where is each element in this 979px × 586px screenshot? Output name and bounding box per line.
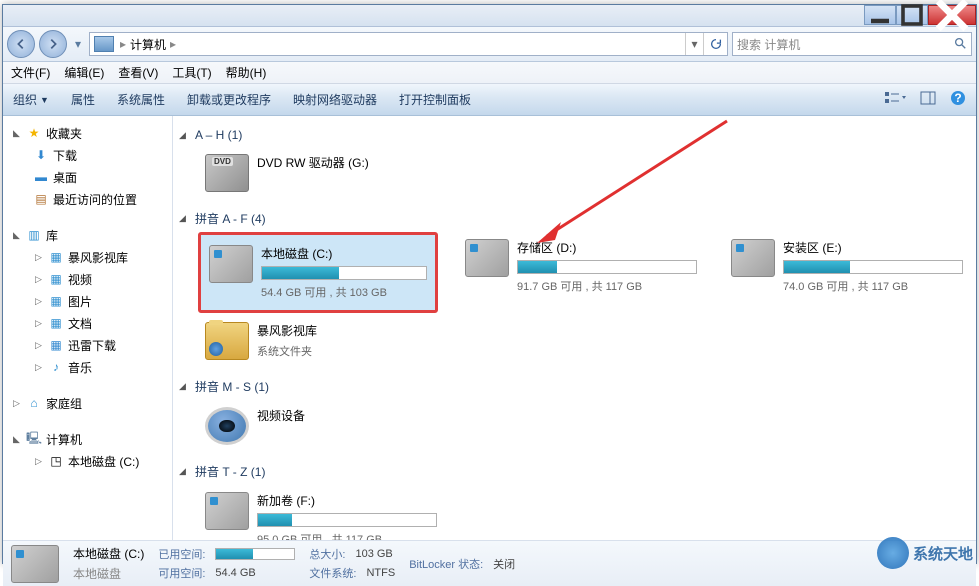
computer-icon	[94, 36, 114, 52]
folder-icon	[205, 322, 249, 360]
drive-dvd-g[interactable]: DVD RW 驱动器 (G:)	[201, 150, 441, 196]
hdd-icon	[209, 245, 253, 283]
section-header-tz[interactable]: ◢拼音 T - Z (1)	[179, 459, 976, 484]
tb-uninstall[interactable]: 卸载或更改程序	[187, 91, 271, 108]
status-usage-bar	[215, 548, 295, 560]
search-icon	[953, 36, 967, 53]
section-header-ms[interactable]: ◢拼音 M - S (1)	[179, 374, 976, 399]
drive-c[interactable]: 本地磁盘 (C:) 54.4 GB 可用 , 共 103 GB	[198, 232, 438, 313]
free-label: 可用空间:	[158, 565, 205, 581]
device-camera[interactable]: 视频设备	[201, 403, 441, 449]
total-label: 总大小:	[309, 546, 345, 562]
tree-drive-c[interactable]: ▷◳本地磁盘 (C:)	[3, 450, 172, 472]
nav-bar: ▾ ▸ 计算机 ▸ ▾ 搜索 计算机	[3, 27, 976, 62]
maximize-button[interactable]	[896, 5, 928, 25]
refresh-button[interactable]	[703, 33, 727, 55]
fs-label: 文件系统:	[309, 565, 356, 581]
details-pane: 本地磁盘 (C:) 本地磁盘 已用空间: 可用空间: 54.4 GB 总大小: 10…	[3, 540, 976, 586]
free-value: 54.4 GB	[215, 567, 255, 579]
address-bar[interactable]: ▸ 计算机 ▸ ▾	[89, 32, 728, 56]
forward-button[interactable]	[39, 30, 67, 58]
close-button[interactable]	[928, 5, 976, 25]
drive-e[interactable]: 安装区 (E:) 74.0 GB 可用 , 共 117 GB	[727, 235, 967, 310]
tree-lib-xunlei[interactable]: ▷▦迅雷下载	[3, 334, 172, 356]
usage-bar	[517, 260, 697, 274]
titlebar[interactable]	[3, 5, 976, 27]
tree-lib-music[interactable]: ▷♪音乐	[3, 356, 172, 378]
tree-favorites[interactable]: ◣★收藏夹	[3, 122, 172, 144]
section-header-ah[interactable]: ◢A – H (1)	[179, 124, 976, 146]
explorer-window: ▾ ▸ 计算机 ▸ ▾ 搜索 计算机 文件(F) 编辑(E) 查看(V) 工具(…	[2, 4, 977, 564]
tb-properties[interactable]: 属性	[71, 91, 95, 108]
status-subtitle: 本地磁盘	[73, 565, 144, 582]
back-button[interactable]	[7, 30, 35, 58]
tb-map-drive[interactable]: 映射网络驱动器	[293, 91, 377, 108]
tree-recent[interactable]: ▤最近访问的位置	[3, 188, 172, 210]
fs-value: NTFS	[366, 567, 395, 579]
svg-text:?: ?	[954, 91, 961, 105]
help-button[interactable]: ?	[950, 90, 966, 109]
section-header-af[interactable]: ◢拼音 A - F (4)	[179, 206, 976, 231]
bitlocker-label: BitLocker 状态:	[409, 556, 483, 572]
usage-bar	[257, 513, 437, 527]
usage-bar	[783, 260, 963, 274]
menu-bar: 文件(F) 编辑(E) 查看(V) 工具(T) 帮助(H)	[3, 62, 976, 84]
menu-file[interactable]: 文件(F)	[11, 64, 50, 81]
tree-lib-baofeng[interactable]: ▷▦暴风影视库	[3, 246, 172, 268]
watermark: 系统天地	[877, 537, 973, 569]
camera-icon	[205, 407, 249, 445]
total-value: 103 GB	[355, 548, 392, 560]
menu-edit[interactable]: 编辑(E)	[64, 64, 104, 81]
view-mode-button[interactable]	[884, 90, 906, 109]
address-dropdown[interactable]: ▾	[685, 33, 703, 55]
watermark-logo	[877, 537, 909, 569]
tree-desktop[interactable]: ▬桌面	[3, 166, 172, 188]
hdd-icon	[465, 239, 509, 277]
menu-help[interactable]: 帮助(H)	[226, 64, 267, 81]
used-label: 已用空间:	[158, 546, 205, 562]
bitlocker-value: 关闭	[493, 556, 515, 572]
tb-system-properties[interactable]: 系统属性	[117, 91, 165, 108]
tb-control-panel[interactable]: 打开控制面板	[399, 91, 471, 108]
tree-libraries[interactable]: ◣▥库	[3, 224, 172, 246]
hdd-icon	[205, 492, 249, 530]
tree-downloads[interactable]: ⬇下载	[3, 144, 172, 166]
hdd-icon	[11, 545, 59, 583]
toolbar: 组织 ▼ 属性 系统属性 卸载或更改程序 映射网络驱动器 打开控制面板 ?	[3, 84, 976, 116]
breadcrumb-item[interactable]: 计算机	[128, 36, 168, 53]
drive-d[interactable]: 存储区 (D:) 91.7 GB 可用 , 共 117 GB	[461, 235, 701, 310]
preview-pane-button[interactable]	[920, 91, 936, 108]
tree-computer[interactable]: ◣🖳计算机	[3, 428, 172, 450]
drive-f[interactable]: 新加卷 (F:) 95.0 GB 可用 , 共 117 GB	[201, 488, 441, 540]
watermark-text: 系统天地	[913, 543, 973, 564]
content-pane: ◢A – H (1) DVD RW 驱动器 (G:) ◢拼音 A - F (4)…	[173, 116, 976, 540]
tree-lib-documents[interactable]: ▷▦文档	[3, 312, 172, 334]
usage-bar	[261, 266, 427, 280]
body: ◣★收藏夹 ⬇下载 ▬桌面 ▤最近访问的位置 ◣▥库 ▷▦暴风影视库 ▷▦视频 …	[3, 116, 976, 540]
tree-homegroup[interactable]: ▷⌂家庭组	[3, 392, 172, 414]
dvd-icon	[205, 154, 249, 192]
search-placeholder: 搜索 计算机	[737, 36, 800, 53]
menu-view[interactable]: 查看(V)	[118, 64, 158, 81]
hdd-icon	[731, 239, 775, 277]
minimize-button[interactable]	[864, 5, 896, 25]
breadcrumb-sep: ▸	[168, 37, 178, 51]
history-dropdown[interactable]: ▾	[71, 32, 85, 56]
navigation-pane: ◣★收藏夹 ⬇下载 ▬桌面 ▤最近访问的位置 ◣▥库 ▷▦暴风影视库 ▷▦视频 …	[3, 116, 173, 540]
breadcrumb-sep: ▸	[118, 37, 128, 51]
tree-lib-video[interactable]: ▷▦视频	[3, 268, 172, 290]
organize-menu[interactable]: 组织 ▼	[13, 91, 49, 108]
tree-lib-pictures[interactable]: ▷▦图片	[3, 290, 172, 312]
folder-baofeng[interactable]: 暴风影视库 系统文件夹	[201, 318, 441, 364]
status-title: 本地磁盘 (C:)	[73, 545, 144, 562]
menu-tools[interactable]: 工具(T)	[172, 64, 211, 81]
